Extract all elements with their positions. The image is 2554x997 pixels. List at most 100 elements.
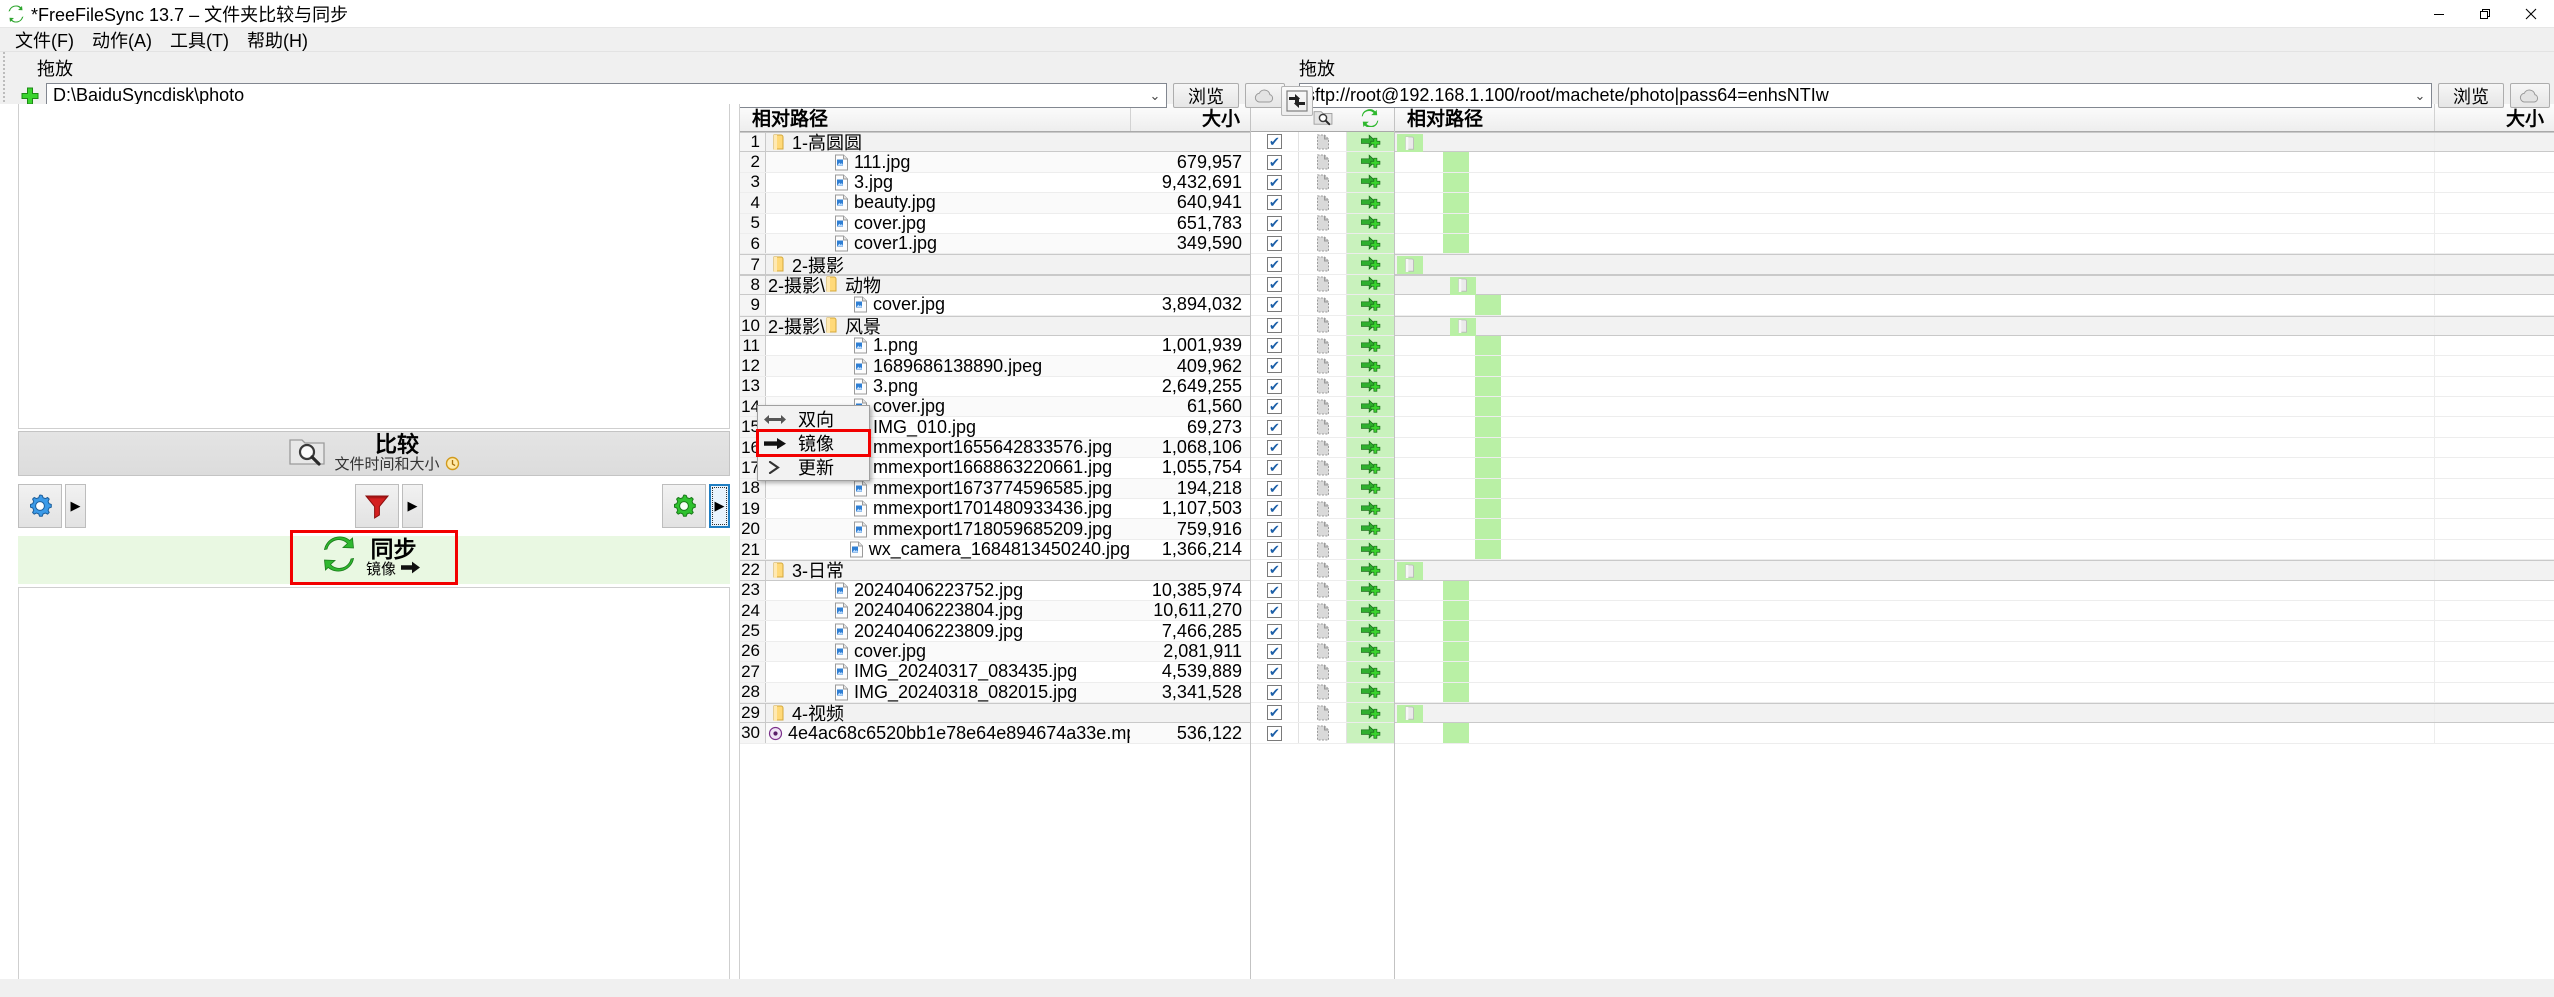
center-row[interactable]: ✔ <box>1251 499 1394 520</box>
center-row[interactable]: ✔ <box>1251 193 1394 214</box>
compare-result-cell[interactable] <box>1299 152 1347 172</box>
compare-result-cell[interactable] <box>1299 315 1347 335</box>
sync-direction-cell[interactable] <box>1347 397 1394 417</box>
row-include-checkbox[interactable]: ✔ <box>1251 580 1299 600</box>
row-include-checkbox[interactable]: ✔ <box>1251 274 1299 295</box>
row-include-checkbox[interactable]: ✔ <box>1251 356 1299 376</box>
sync-direction-cell[interactable] <box>1347 437 1394 458</box>
sync-direction-cell[interactable] <box>1347 519 1394 539</box>
center-row[interactable]: ✔ <box>1251 682 1394 703</box>
center-row[interactable]: ✔ <box>1251 458 1394 479</box>
right-table-row[interactable] <box>1395 499 2554 520</box>
right-table-row[interactable] <box>1395 600 2554 622</box>
center-row[interactable]: ✔ <box>1251 295 1394 316</box>
row-include-checkbox[interactable]: ✔ <box>1251 254 1299 274</box>
compare-result-cell[interactable] <box>1299 580 1347 600</box>
table-row[interactable]: 4 beauty.jpg 640,941 <box>740 192 1250 214</box>
checkbox-checked-icon[interactable]: ✔ <box>1267 460 1282 476</box>
right-table-row[interactable] <box>1395 152 2554 173</box>
sync-direction-cell[interactable] <box>1347 152 1394 172</box>
table-row[interactable]: 18 mmexport1673774596585.jpg 194,218 <box>740 478 1250 500</box>
compare-settings-button[interactable] <box>18 484 62 528</box>
row-include-checkbox[interactable]: ✔ <box>1251 723 1299 743</box>
table-row[interactable]: 8 2-摄影\ 动物 <box>740 274 1250 296</box>
compare-result-cell[interactable] <box>1299 539 1347 560</box>
row-include-checkbox[interactable]: ✔ <box>1251 499 1299 519</box>
table-row[interactable]: 3 3.jpg 9,432,691 <box>740 172 1250 194</box>
checkbox-checked-icon[interactable]: ✔ <box>1267 338 1282 354</box>
sync-direction-cell[interactable] <box>1347 478 1394 499</box>
compare-result-cell[interactable] <box>1299 600 1347 621</box>
right-table-row[interactable] <box>1395 213 2554 234</box>
center-row[interactable]: ✔ <box>1251 560 1394 581</box>
compare-result-cell[interactable] <box>1299 458 1347 478</box>
sync-direction-cell[interactable] <box>1347 621 1394 641</box>
sync-direction-cell[interactable] <box>1347 172 1394 193</box>
checkbox-checked-icon[interactable]: ✔ <box>1267 419 1282 435</box>
compare-result-cell[interactable] <box>1299 437 1347 458</box>
right-table-row[interactable] <box>1395 315 2554 336</box>
center-row[interactable]: ✔ <box>1251 478 1394 500</box>
row-include-checkbox[interactable]: ✔ <box>1251 641 1299 662</box>
compare-result-cell[interactable] <box>1299 478 1347 499</box>
right-table-row[interactable] <box>1395 458 2554 479</box>
left-file-list-empty[interactable] <box>18 104 730 429</box>
menu-file[interactable]: 文件(F) <box>6 25 83 55</box>
compare-result-cell[interactable] <box>1299 376 1347 397</box>
table-row[interactable]: 29 4-视频 <box>740 702 1250 724</box>
restore-button[interactable] <box>2462 0 2508 28</box>
checkbox-checked-icon[interactable]: ✔ <box>1267 358 1282 374</box>
checkbox-checked-icon[interactable]: ✔ <box>1267 134 1282 150</box>
right-table-row[interactable] <box>1395 356 2554 377</box>
sync-direction-cell[interactable] <box>1347 417 1394 437</box>
center-row[interactable]: ✔ <box>1251 662 1394 683</box>
menu-tools[interactable]: 工具(T) <box>161 25 238 55</box>
table-row[interactable]: 5 cover.jpg 651,783 <box>740 213 1250 234</box>
compare-result-cell[interactable] <box>1299 274 1347 295</box>
table-row[interactable]: 19 mmexport1701480933436.jpg 1,107,503 <box>740 498 1250 520</box>
checkbox-checked-icon[interactable]: ✔ <box>1267 256 1282 272</box>
sync-direction-cell[interactable] <box>1347 641 1394 662</box>
right-table-row[interactable] <box>1395 437 2554 459</box>
row-include-checkbox[interactable]: ✔ <box>1251 152 1299 172</box>
right-table-row[interactable] <box>1395 702 2554 724</box>
row-include-checkbox[interactable]: ✔ <box>1251 397 1299 417</box>
center-row[interactable]: ✔ <box>1251 519 1394 540</box>
center-row[interactable]: ✔ <box>1251 315 1394 336</box>
checkbox-checked-icon[interactable]: ✔ <box>1267 521 1282 537</box>
table-row[interactable]: 10 2-摄影\ 风景 <box>740 315 1250 337</box>
right-grid-rows[interactable] <box>1395 132 2554 984</box>
row-include-checkbox[interactable]: ✔ <box>1251 315 1299 335</box>
row-include-checkbox[interactable]: ✔ <box>1251 172 1299 193</box>
right-table-row[interactable] <box>1395 519 2554 540</box>
filter-dropdown[interactable]: ▶ <box>402 484 423 528</box>
right-path-input[interactable]: sftp://root@192.168.1.100/root/machete/p… <box>1299 83 2432 108</box>
right-table-row[interactable] <box>1395 580 2554 601</box>
left-cloud-button[interactable] <box>1245 83 1285 108</box>
compare-result-cell[interactable] <box>1299 499 1347 519</box>
center-row[interactable]: ✔ <box>1251 213 1394 234</box>
compare-result-cell[interactable] <box>1299 682 1347 702</box>
center-row[interactable]: ✔ <box>1251 621 1394 642</box>
compare-result-cell[interactable] <box>1299 233 1347 254</box>
close-button[interactable] <box>2508 0 2554 28</box>
right-table-row[interactable] <box>1395 417 2554 438</box>
compare-result-cell[interactable] <box>1299 702 1347 723</box>
sync-direction-cell[interactable] <box>1347 499 1394 519</box>
compare-result-cell[interactable] <box>1299 519 1347 539</box>
right-table-row[interactable] <box>1395 335 2554 357</box>
compare-result-cell[interactable] <box>1299 193 1347 213</box>
center-grid-rows[interactable]: ✔ ✔ ✔ ✔ ✔ ✔ ✔ ✔ ✔ ✔ ✔ ✔ ✔ ✔ ✔ ✔ ✔ ✔ ✔ ✔ ✔ ✔ ✔ ✔ ✔ ✔ ✔ ✔ ✔ ✔ <box>1251 132 1394 984</box>
table-row[interactable]: 11 1.png 1,001,939 <box>740 335 1250 357</box>
center-row[interactable]: ✔ <box>1251 437 1394 459</box>
sync-direction-cell[interactable] <box>1347 335 1394 356</box>
row-include-checkbox[interactable]: ✔ <box>1251 437 1299 458</box>
right-table-row[interactable] <box>1395 682 2554 703</box>
sync-direction-cell[interactable] <box>1347 560 1394 580</box>
compare-result-cell[interactable] <box>1299 254 1347 274</box>
sync-direction-cell[interactable] <box>1347 458 1394 478</box>
sync-direction-cell[interactable] <box>1347 539 1394 560</box>
checkbox-checked-icon[interactable]: ✔ <box>1267 276 1282 292</box>
right-cloud-button[interactable] <box>2510 83 2550 108</box>
center-row[interactable]: ✔ <box>1251 274 1394 296</box>
